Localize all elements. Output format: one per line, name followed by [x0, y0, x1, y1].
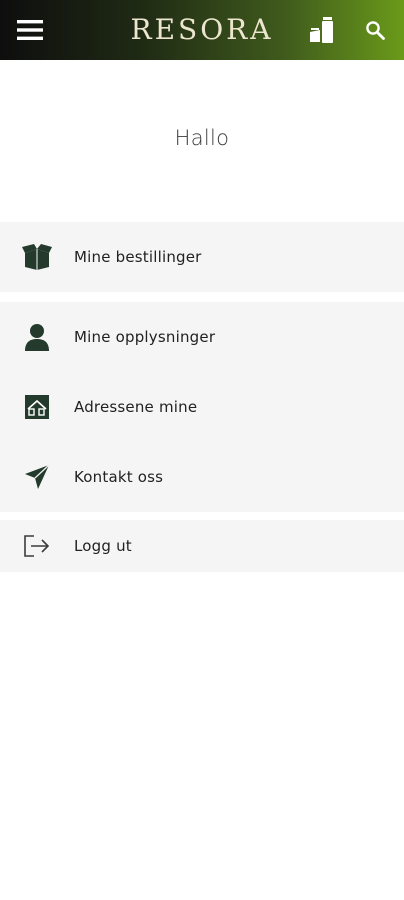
bottles-icon	[310, 17, 333, 43]
menu-item-logout-label: Logg ut	[74, 537, 132, 555]
logout-group: Logg ut	[0, 520, 404, 572]
menu-item-addresses[interactable]: Adressene mine	[0, 372, 404, 442]
menu-item-orders-label: Mine bestillinger	[74, 248, 202, 266]
menu-button[interactable]	[12, 13, 48, 47]
search-button[interactable]	[358, 13, 392, 47]
house-icon	[22, 392, 52, 422]
hamburger-menu-icon	[17, 20, 43, 40]
app-header: RESORA	[0, 0, 404, 60]
account-group: Mine opplysninger Adressene mine Kontakt…	[0, 302, 404, 512]
menu-item-details[interactable]: Mine opplysninger	[0, 302, 404, 372]
greeting-heading: Hallo	[174, 126, 230, 150]
search-icon	[366, 21, 385, 40]
menu-item-details-label: Mine opplysninger	[74, 328, 216, 346]
paper-plane-icon	[22, 462, 52, 492]
brand-logo-link[interactable]: RESORA	[131, 13, 274, 46]
package-icon	[22, 242, 52, 272]
brand-logo: RESORA	[0, 12, 404, 48]
menu-item-contact[interactable]: Kontakt oss	[0, 442, 404, 512]
menu-item-addresses-label: Adressene mine	[74, 398, 198, 416]
menu-item-logout[interactable]: Logg ut	[0, 520, 404, 572]
menu-item-orders[interactable]: Mine bestillinger	[0, 222, 404, 292]
logout-icon	[22, 531, 52, 561]
person-icon	[22, 322, 52, 352]
orders-group: Mine bestillinger	[0, 222, 404, 292]
menu-item-contact-label: Kontakt oss	[74, 468, 164, 486]
products-button[interactable]	[304, 12, 340, 48]
